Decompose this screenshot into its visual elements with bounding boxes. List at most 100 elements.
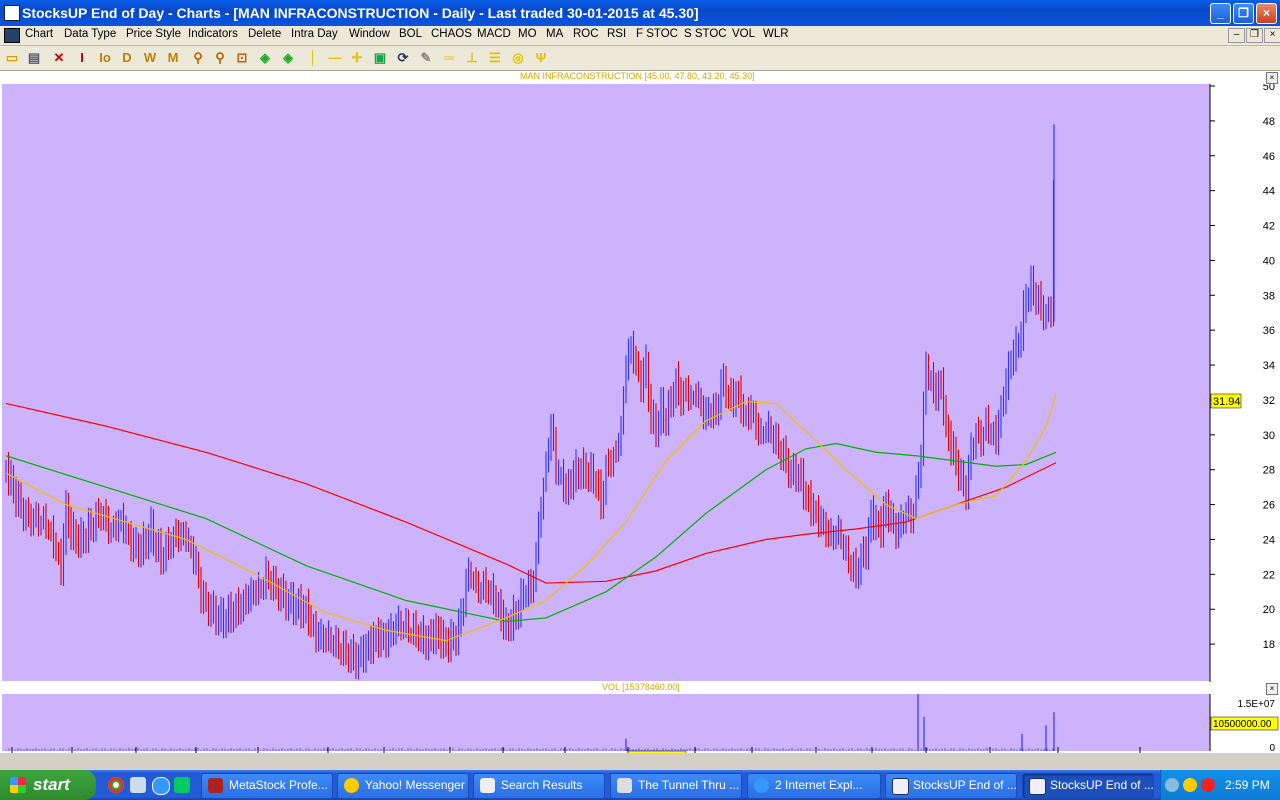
vertical-line-icon[interactable]: │ bbox=[304, 49, 322, 67]
daily-tool-icon[interactable]: D bbox=[118, 49, 136, 67]
start-label: start bbox=[33, 775, 70, 794]
price-tick-label: 34 bbox=[1263, 360, 1275, 372]
zoom-in-icon[interactable]: ⚲ bbox=[189, 49, 207, 67]
date-tick-label: 2015 bbox=[992, 752, 1016, 753]
zoom-out-icon[interactable]: ⚲ bbox=[211, 49, 229, 67]
fork-icon[interactable]: Ψ bbox=[532, 49, 550, 67]
menu-macd[interactable]: MACD bbox=[477, 28, 511, 40]
date-tick-label: Jun bbox=[567, 752, 585, 753]
price-panel-caption: MAN INFRACONSTRUCTION [45.00, 47.80, 43.… bbox=[520, 71, 755, 81]
close-button[interactable]: × bbox=[1256, 3, 1277, 24]
clock: 2:59 PM bbox=[1225, 778, 1270, 792]
bar-tool-icon[interactable]: I bbox=[73, 49, 91, 67]
price-tick-label: 40 bbox=[1263, 255, 1275, 267]
volume-plot-area bbox=[2, 694, 1210, 751]
date-tick-label: Mar bbox=[1142, 752, 1161, 753]
chart-canvas[interactable]: 504846444240383634323028262422201831.941… bbox=[0, 71, 1280, 753]
metastock-icon bbox=[208, 778, 223, 793]
quicklaunch-icon[interactable] bbox=[174, 777, 190, 793]
title-bar: StocksUP End of Day - Charts - [MAN INFR… bbox=[0, 0, 1280, 26]
date-tick-label: Nov bbox=[874, 752, 894, 753]
menu-intra-day[interactable]: Intra Day bbox=[291, 28, 338, 40]
menu-chaos[interactable]: CHAOS bbox=[431, 28, 472, 40]
task-search-results[interactable]: Search Results bbox=[473, 773, 605, 799]
tray-alert-icon[interactable] bbox=[1201, 778, 1215, 792]
maximize-button[interactable]: ❐ bbox=[1233, 3, 1254, 24]
zoom-box-icon[interactable]: ⊡ bbox=[233, 49, 251, 67]
horizontal-line-icon[interactable]: — bbox=[326, 49, 344, 67]
mdi-restore-button[interactable]: ❐ bbox=[1246, 28, 1263, 43]
menu-roc[interactable]: ROC bbox=[573, 28, 599, 40]
menu-wlr[interactable]: WLR bbox=[763, 28, 789, 40]
menu-s-stoc[interactable]: S STOC bbox=[684, 28, 727, 40]
date-tick-label: Oct bbox=[74, 752, 91, 753]
menu-price-style[interactable]: Price Style bbox=[126, 28, 181, 40]
menu-window[interactable]: Window bbox=[349, 28, 390, 40]
task-tunnel-thru[interactable]: The Tunnel Thru ... bbox=[610, 773, 742, 799]
tray-yahoo-icon[interactable] bbox=[1183, 778, 1197, 792]
cycle-icon[interactable]: ◎ bbox=[509, 49, 527, 67]
task-stocksup-2[interactable]: StocksUP End of ... bbox=[1022, 773, 1154, 799]
minimize-button[interactable]: _ bbox=[1210, 3, 1231, 24]
open-folder-icon[interactable]: ▭ bbox=[3, 49, 21, 67]
price-tick-label: 22 bbox=[1263, 569, 1275, 581]
price-tick-label: 38 bbox=[1263, 290, 1275, 302]
retracement-icon[interactable]: ☰ bbox=[486, 49, 504, 67]
menu-indicators[interactable]: Indicators bbox=[188, 28, 238, 40]
scroll-left-icon[interactable]: ◈ bbox=[256, 49, 274, 67]
task-internet-explorer[interactable]: 2 Internet Expl... bbox=[747, 773, 881, 799]
date-tick-label: Aug bbox=[697, 752, 717, 753]
crosshair-icon[interactable]: ✛ bbox=[348, 49, 366, 67]
start-button[interactable]: start bbox=[0, 770, 96, 800]
weekly-tool-icon[interactable]: W bbox=[141, 49, 159, 67]
price-tick-label: 42 bbox=[1263, 221, 1275, 233]
menu-f-stoc[interactable]: F STOC bbox=[636, 28, 678, 40]
mdi-minimize-button[interactable]: – bbox=[1228, 28, 1245, 43]
screen-icon[interactable]: ▣ bbox=[371, 49, 389, 67]
price-axis-area bbox=[1210, 84, 1280, 681]
monthly-tool-icon[interactable]: M bbox=[164, 49, 182, 67]
desktop-icon[interactable] bbox=[130, 777, 146, 793]
pencil-icon[interactable]: ✎ bbox=[417, 49, 435, 67]
price-panel-close-button[interactable]: × bbox=[1266, 72, 1278, 84]
menu-bol[interactable]: BOL bbox=[399, 28, 422, 40]
menu-chart[interactable]: Chart bbox=[25, 28, 53, 40]
pdf-icon bbox=[617, 778, 632, 793]
date-tick-label: Feb bbox=[1060, 752, 1079, 753]
menu-data-type[interactable]: Data Type bbox=[64, 28, 116, 40]
price-tick-label: 44 bbox=[1263, 186, 1275, 198]
task-stocksup-1[interactable]: StocksUP End of ... bbox=[885, 773, 1017, 799]
parallel-lines-icon[interactable]: ═ bbox=[440, 49, 458, 67]
ie-icon[interactable] bbox=[152, 777, 170, 795]
line-tool-icon[interactable]: Io bbox=[93, 49, 117, 67]
fibonacci-icon[interactable]: ⊥ bbox=[463, 49, 481, 67]
volume-panel-header: VOL [15378460.00] × bbox=[0, 682, 1280, 695]
menu-mo[interactable]: MO bbox=[518, 28, 537, 40]
delete-x-icon[interactable]: ✕ bbox=[50, 49, 68, 67]
stocksup-icon bbox=[1029, 778, 1046, 795]
mdi-close-button[interactable]: × bbox=[1264, 28, 1280, 43]
date-tick-label: Sep bbox=[754, 752, 774, 753]
scroll-right-icon[interactable]: ◈ bbox=[279, 49, 297, 67]
menu-vol[interactable]: VOL bbox=[732, 28, 755, 40]
task-metastock[interactable]: MetaStock Profe... bbox=[201, 773, 333, 799]
refresh-icon[interactable]: ⟳ bbox=[394, 49, 412, 67]
date-tick-label: Sep bbox=[14, 752, 34, 753]
tray-arrow-icon[interactable] bbox=[1165, 778, 1179, 792]
menu-ma[interactable]: MA bbox=[546, 28, 563, 40]
search-window-icon bbox=[480, 778, 495, 793]
document-icon[interactable] bbox=[4, 28, 20, 43]
price-tick-label: 36 bbox=[1263, 325, 1275, 337]
new-document-icon[interactable]: ▤ bbox=[25, 49, 43, 67]
volume-panel-close-button[interactable]: × bbox=[1266, 683, 1278, 695]
date-tick-label: May bbox=[505, 752, 526, 753]
menu-rsi[interactable]: RSI bbox=[607, 28, 626, 40]
date-tick-label: Apr bbox=[452, 752, 469, 753]
date-tick-label: Feb bbox=[330, 752, 349, 753]
app-icon bbox=[4, 5, 20, 21]
ie-task-icon bbox=[754, 778, 769, 793]
date-tick-label: Dec bbox=[198, 752, 218, 753]
chrome-icon[interactable] bbox=[108, 777, 124, 793]
task-yahoo-messenger[interactable]: Yahoo! Messenger bbox=[337, 773, 469, 799]
menu-delete[interactable]: Delete bbox=[248, 28, 281, 40]
